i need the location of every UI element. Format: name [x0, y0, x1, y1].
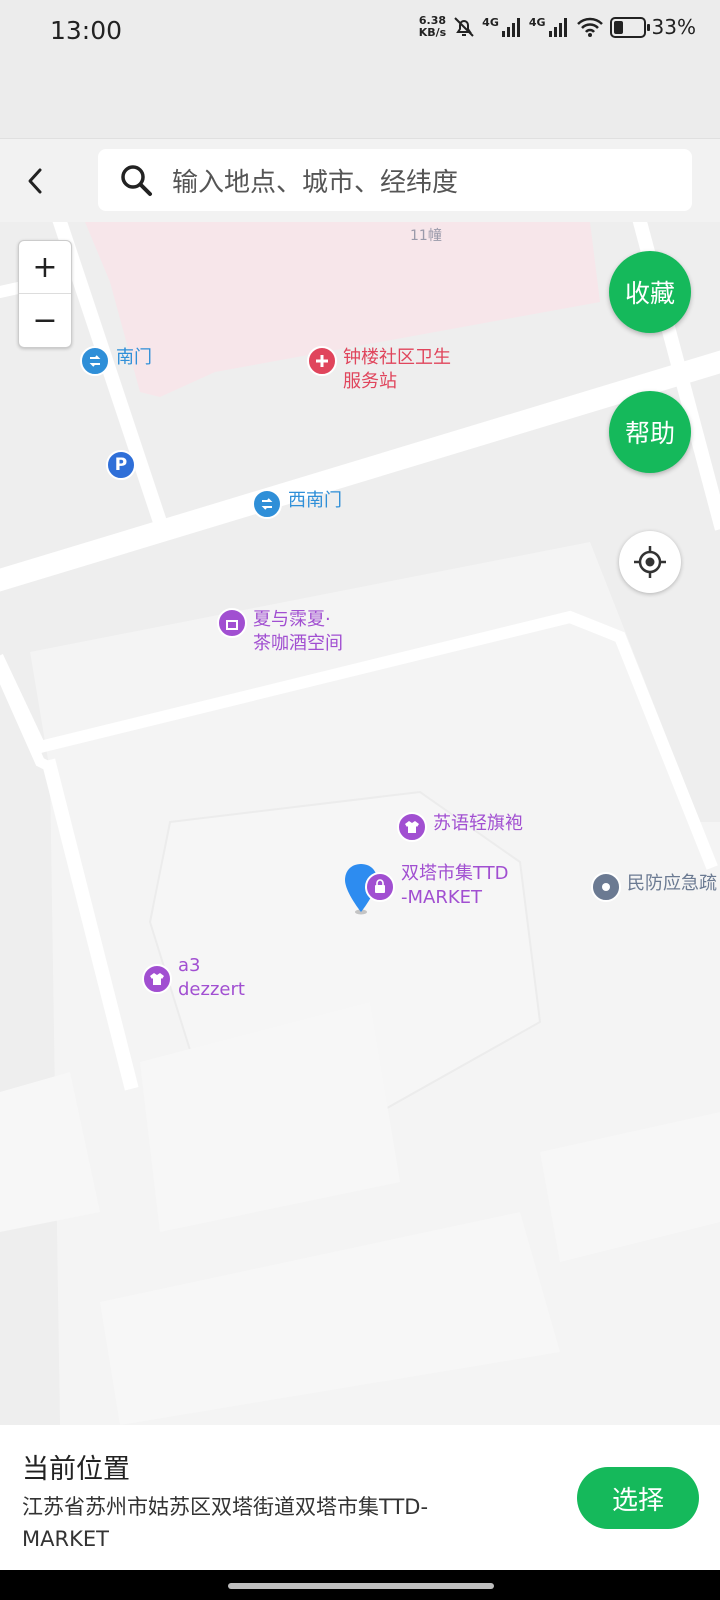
- poi-ttd-market[interactable]: 双塔市集TTD -MARKET: [365, 862, 509, 910]
- poi-label: 双塔市集TTD -MARKET: [401, 863, 509, 908]
- search-input[interactable]: 输入地点、城市、经纬度: [98, 149, 692, 211]
- poi-label: 西南门: [288, 490, 342, 511]
- system-nav-bar: [0, 1570, 720, 1600]
- shop-icon: [217, 608, 247, 638]
- medical-cross-icon: [307, 346, 337, 376]
- crosshair-icon: [634, 546, 666, 578]
- dot-icon: [591, 872, 621, 902]
- map-background: 11幢: [0, 222, 720, 1425]
- poi-a3-dezzert[interactable]: a3 dezzert: [142, 954, 245, 1002]
- poi-parking[interactable]: P: [106, 450, 136, 480]
- chevron-left-icon: [28, 168, 42, 194]
- search-placeholder[interactable]: 输入地点、城市、经纬度: [172, 162, 458, 199]
- back-button[interactable]: [20, 161, 50, 201]
- locate-me-button[interactable]: [619, 531, 681, 593]
- poi-tea-coffee-bar[interactable]: 夏与霂夏· 茶咖酒空间: [217, 608, 343, 656]
- map-view[interactable]: 11幢 南门 钟楼社区卫生 服务站 P 西南门 夏与霂夏· 茶咖酒空间 苏语轻旗…: [0, 222, 720, 1425]
- poi-civil-defense[interactable]: 民防应急疏: [591, 872, 717, 902]
- current-location-address: 江苏省苏州市姑苏区双塔街道双塔市集TTD-MARKET: [22, 1495, 429, 1551]
- wifi-icon: [576, 17, 603, 37]
- search-header: 输入地点、城市、经纬度: [0, 138, 720, 224]
- zoom-out-button[interactable]: −: [19, 294, 71, 346]
- entrance-icon: [80, 346, 110, 376]
- signal-icon: [501, 18, 520, 37]
- network-speed: 6.38 KB/s: [418, 14, 447, 39]
- parking-icon: P: [106, 450, 136, 480]
- poi-southwest-gate[interactable]: 西南门: [252, 489, 342, 519]
- favorite-button[interactable]: 收藏: [609, 251, 691, 333]
- battery-icon: [609, 16, 650, 38]
- current-location-title: 当前位置: [22, 1454, 130, 1485]
- signal-icon: [548, 18, 567, 37]
- status-bar: 13:00 6.38 KB/s 4G 4G 33%: [0, 0, 720, 138]
- entrance-icon: [252, 489, 282, 519]
- select-button[interactable]: 选择: [577, 1467, 699, 1529]
- poi-label: 钟楼社区卫生 服务站: [343, 347, 451, 392]
- home-gesture-handle[interactable]: [228, 1583, 494, 1589]
- help-button[interactable]: 帮助: [609, 391, 691, 473]
- mute-bell-icon: [454, 17, 474, 37]
- status-time: 13:00: [50, 16, 123, 45]
- poi-label: 苏语轻旗袍: [433, 813, 523, 834]
- zoom-in-button[interactable]: +: [19, 241, 71, 294]
- clothing-icon: [397, 812, 427, 842]
- search-icon: [121, 165, 152, 196]
- poi-qipao-shop[interactable]: 苏语轻旗袍: [397, 812, 523, 842]
- shopping-bag-icon: [365, 872, 395, 902]
- poi-label: 夏与霂夏· 茶咖酒空间: [253, 609, 343, 654]
- building-label: 11幢: [410, 227, 442, 244]
- poi-label: 民防应急疏: [627, 873, 717, 894]
- clothing-icon: [142, 964, 172, 994]
- location-panel: 当前位置 江苏省苏州市姑苏区双塔街道双塔市集TTD-MARKET 选择: [0, 1425, 720, 1570]
- zoom-control: + −: [18, 240, 72, 348]
- poi-south-gate[interactable]: 南门: [80, 346, 152, 376]
- battery-percent: 33%: [651, 15, 696, 39]
- status-icons: 6.38 KB/s 4G 4G 33%: [418, 14, 696, 40]
- poi-label: a3 dezzert: [178, 955, 245, 1000]
- poi-label: 南门: [116, 347, 152, 368]
- poi-health-station[interactable]: 钟楼社区卫生 服务站: [307, 346, 451, 394]
